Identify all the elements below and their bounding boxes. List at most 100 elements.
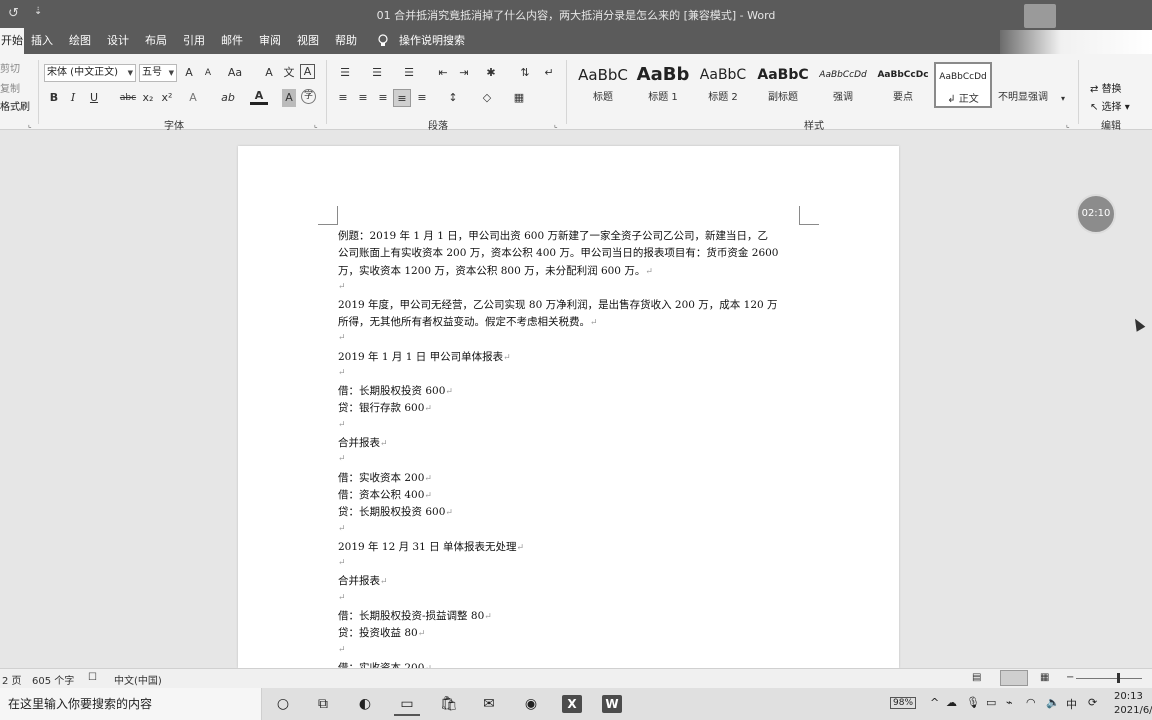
web-layout-icon[interactable]: ▦ bbox=[1040, 672, 1049, 683]
bold-button[interactable]: B bbox=[45, 89, 63, 107]
styles-more-icon[interactable]: ▾ bbox=[1054, 90, 1072, 108]
underline-button[interactable]: U bbox=[85, 89, 103, 107]
excel-icon[interactable]: X bbox=[562, 695, 582, 713]
tab-review[interactable]: 审阅 bbox=[256, 28, 284, 54]
tab-view[interactable]: 视图 bbox=[294, 28, 322, 54]
chinese-layout-icon[interactable]: ✱ bbox=[480, 64, 502, 82]
document-line[interactable]: 借：实收资本 200↵ bbox=[338, 470, 432, 485]
subscript-button[interactable]: x₂ bbox=[139, 89, 157, 107]
document-line[interactable]: ↵ bbox=[338, 280, 346, 292]
document-line[interactable]: 贷：投资收益 80↵ bbox=[338, 625, 425, 640]
style-heading1[interactable]: AaBb 标题 1 bbox=[634, 62, 692, 108]
document-line[interactable]: 公司账面上有实收资本 200 万，资本公积 400 万。甲公司当日的报表项目有：… bbox=[338, 245, 779, 260]
document-line[interactable]: 贷：长期股权投资 600↵ bbox=[338, 504, 453, 519]
grow-font-icon[interactable]: A bbox=[180, 64, 198, 82]
document-line[interactable]: ↵ bbox=[338, 643, 346, 655]
document-line[interactable]: 合并报表↵ bbox=[338, 573, 388, 588]
window-control-blurred[interactable] bbox=[1024, 4, 1056, 28]
line-spacing-icon[interactable]: ↕ bbox=[442, 89, 464, 107]
italic-button[interactable]: I bbox=[64, 89, 82, 107]
styles-launcher-icon[interactable]: ⌞ bbox=[1066, 120, 1070, 129]
multilevel-list-icon[interactable]: ☰ bbox=[398, 64, 420, 82]
document-line[interactable]: ↵ bbox=[338, 522, 346, 534]
document-line[interactable]: 2019 年 1 月 1 日 甲公司单体报表↵ bbox=[338, 349, 511, 364]
document-line[interactable]: ↵ bbox=[338, 418, 346, 430]
document-line[interactable]: 万，实收资本 1200 万，资本公积 800 万，未分配利润 600 万。↵ bbox=[338, 263, 653, 278]
style-heading2[interactable]: AaBbC 标题 2 bbox=[694, 62, 752, 108]
task-view-icon[interactable]: ⧉ bbox=[310, 692, 336, 716]
show-marks-icon[interactable]: ↵ bbox=[540, 64, 558, 82]
tab-help[interactable]: 帮助 bbox=[332, 28, 360, 54]
ime-indicator[interactable]: 中 bbox=[1066, 696, 1077, 712]
align-right-icon[interactable]: ≡ bbox=[374, 89, 392, 107]
character-border-icon[interactable]: A bbox=[300, 64, 315, 79]
align-center-icon[interactable]: ≡ bbox=[354, 89, 372, 107]
zoom-slider[interactable] bbox=[1076, 678, 1142, 679]
clear-format-icon[interactable]: A bbox=[260, 64, 278, 82]
proofing-icon[interactable]: ☐ bbox=[88, 672, 97, 683]
document-line[interactable]: 例题：2019 年 1 月 1 日，甲公司出资 600 万新建了一家全资子公司乙… bbox=[338, 228, 768, 243]
justify-icon[interactable]: ≡ bbox=[393, 89, 411, 107]
font-color-icon[interactable]: A bbox=[250, 89, 268, 105]
document-line[interactable]: ↵ bbox=[338, 452, 346, 464]
document-line[interactable]: 借：长期股权投资-损益调整 80↵ bbox=[338, 608, 492, 623]
tab-design[interactable]: 设计 bbox=[104, 28, 132, 54]
mail-icon[interactable]: ✉ bbox=[476, 692, 502, 716]
tell-me-search[interactable]: 操作说明搜索 bbox=[399, 28, 465, 54]
superscript-button[interactable]: x² bbox=[158, 89, 176, 107]
paragraph-launcher-icon[interactable]: ⌞ bbox=[554, 120, 558, 129]
cortana-icon[interactable]: ○ bbox=[270, 692, 296, 716]
borders-icon[interactable]: ▦ bbox=[508, 89, 530, 107]
shrink-font-icon[interactable]: A bbox=[199, 64, 217, 82]
input-mode-icon[interactable]: ⟳ bbox=[1088, 696, 1097, 709]
format-painter-button[interactable]: 格式刷 bbox=[0, 98, 30, 113]
align-left-icon[interactable]: ≡ bbox=[334, 89, 352, 107]
highlight-icon[interactable]: ab bbox=[218, 89, 238, 107]
cut-button[interactable]: 剪切 bbox=[0, 60, 20, 75]
file-explorer-icon[interactable]: ▭ bbox=[394, 692, 420, 716]
style-title[interactable]: AaBbC 标题 bbox=[574, 62, 632, 108]
distributed-icon[interactable]: ≡ bbox=[413, 89, 431, 107]
tab-draw[interactable]: 绘图 bbox=[66, 28, 94, 54]
clock[interactable]: 20:13 2021/6/ bbox=[1114, 690, 1152, 718]
document-line[interactable]: ↵ bbox=[338, 366, 346, 378]
change-case-icon[interactable]: Aa bbox=[224, 64, 246, 82]
bullets-icon[interactable]: ☰ bbox=[334, 64, 356, 82]
select-button[interactable]: ↖ 选择 ▾ bbox=[1090, 98, 1130, 113]
copy-button[interactable]: 复制 bbox=[0, 80, 20, 95]
text-effects-icon[interactable]: A bbox=[184, 89, 202, 107]
recording-timer[interactable]: 02:10 bbox=[1076, 194, 1116, 234]
document-page[interactable]: 例题：2019 年 1 月 1 日，甲公司出资 600 万新建了一家全资子公司乙… bbox=[238, 146, 899, 674]
wifi-icon[interactable]: ◠ bbox=[1026, 696, 1036, 709]
font-launcher-icon[interactable]: ⌞ bbox=[314, 120, 318, 129]
font-size-select[interactable]: 五号 ▼ bbox=[139, 64, 177, 82]
document-line[interactable]: 2019 年度，甲公司无经营，乙公司实现 80 万净利润，是出售存货收入 200… bbox=[338, 297, 778, 312]
increase-indent-icon[interactable]: ⇥ bbox=[455, 64, 473, 82]
decrease-indent-icon[interactable]: ⇤ bbox=[434, 64, 452, 82]
style-subtitle[interactable]: AaBbC 副标题 bbox=[754, 62, 812, 108]
tab-insert[interactable]: 插入 bbox=[28, 28, 56, 54]
numbering-icon[interactable]: ☰ bbox=[366, 64, 388, 82]
taskbar-search[interactable]: 在这里输入你要搜索的内容 bbox=[0, 688, 262, 720]
enclose-character-icon[interactable]: 字 bbox=[301, 89, 316, 104]
phonetic-guide-icon[interactable]: 文 bbox=[280, 64, 298, 82]
show-hidden-icons[interactable]: ^ bbox=[930, 696, 939, 709]
document-line[interactable]: ↵ bbox=[338, 591, 346, 603]
edge-icon[interactable]: ◐ bbox=[352, 692, 378, 716]
document-canvas[interactable]: 例题：2019 年 1 月 1 日，甲公司出资 600 万新建了一家全资子公司乙… bbox=[0, 130, 1152, 674]
character-shading-icon[interactable]: A bbox=[282, 89, 296, 107]
tab-home[interactable]: 开始 bbox=[0, 28, 24, 54]
language-indicator[interactable]: 中文(中国) bbox=[114, 672, 162, 687]
print-layout-icon[interactable] bbox=[1000, 670, 1028, 686]
tab-mailings[interactable]: 邮件 bbox=[218, 28, 246, 54]
usb-icon[interactable]: ⌁ bbox=[1006, 696, 1013, 709]
onedrive-icon[interactable]: ☁ bbox=[946, 696, 957, 709]
document-line[interactable]: 借：长期股权投资 600↵ bbox=[338, 383, 453, 398]
volume-icon[interactable]: 🔈 bbox=[1046, 696, 1060, 709]
store-icon[interactable]: 🛍 bbox=[436, 692, 462, 716]
word-icon[interactable]: W bbox=[602, 695, 622, 713]
document-line[interactable]: 2019 年 12 月 31 日 单体报表无处理↵ bbox=[338, 539, 524, 554]
style-strong[interactable]: AaBbCcDc 要点 bbox=[874, 62, 932, 108]
font-name-select[interactable]: 宋体 (中文正文) ▼ bbox=[44, 64, 136, 82]
strikethrough-button[interactable]: abc bbox=[118, 89, 138, 107]
